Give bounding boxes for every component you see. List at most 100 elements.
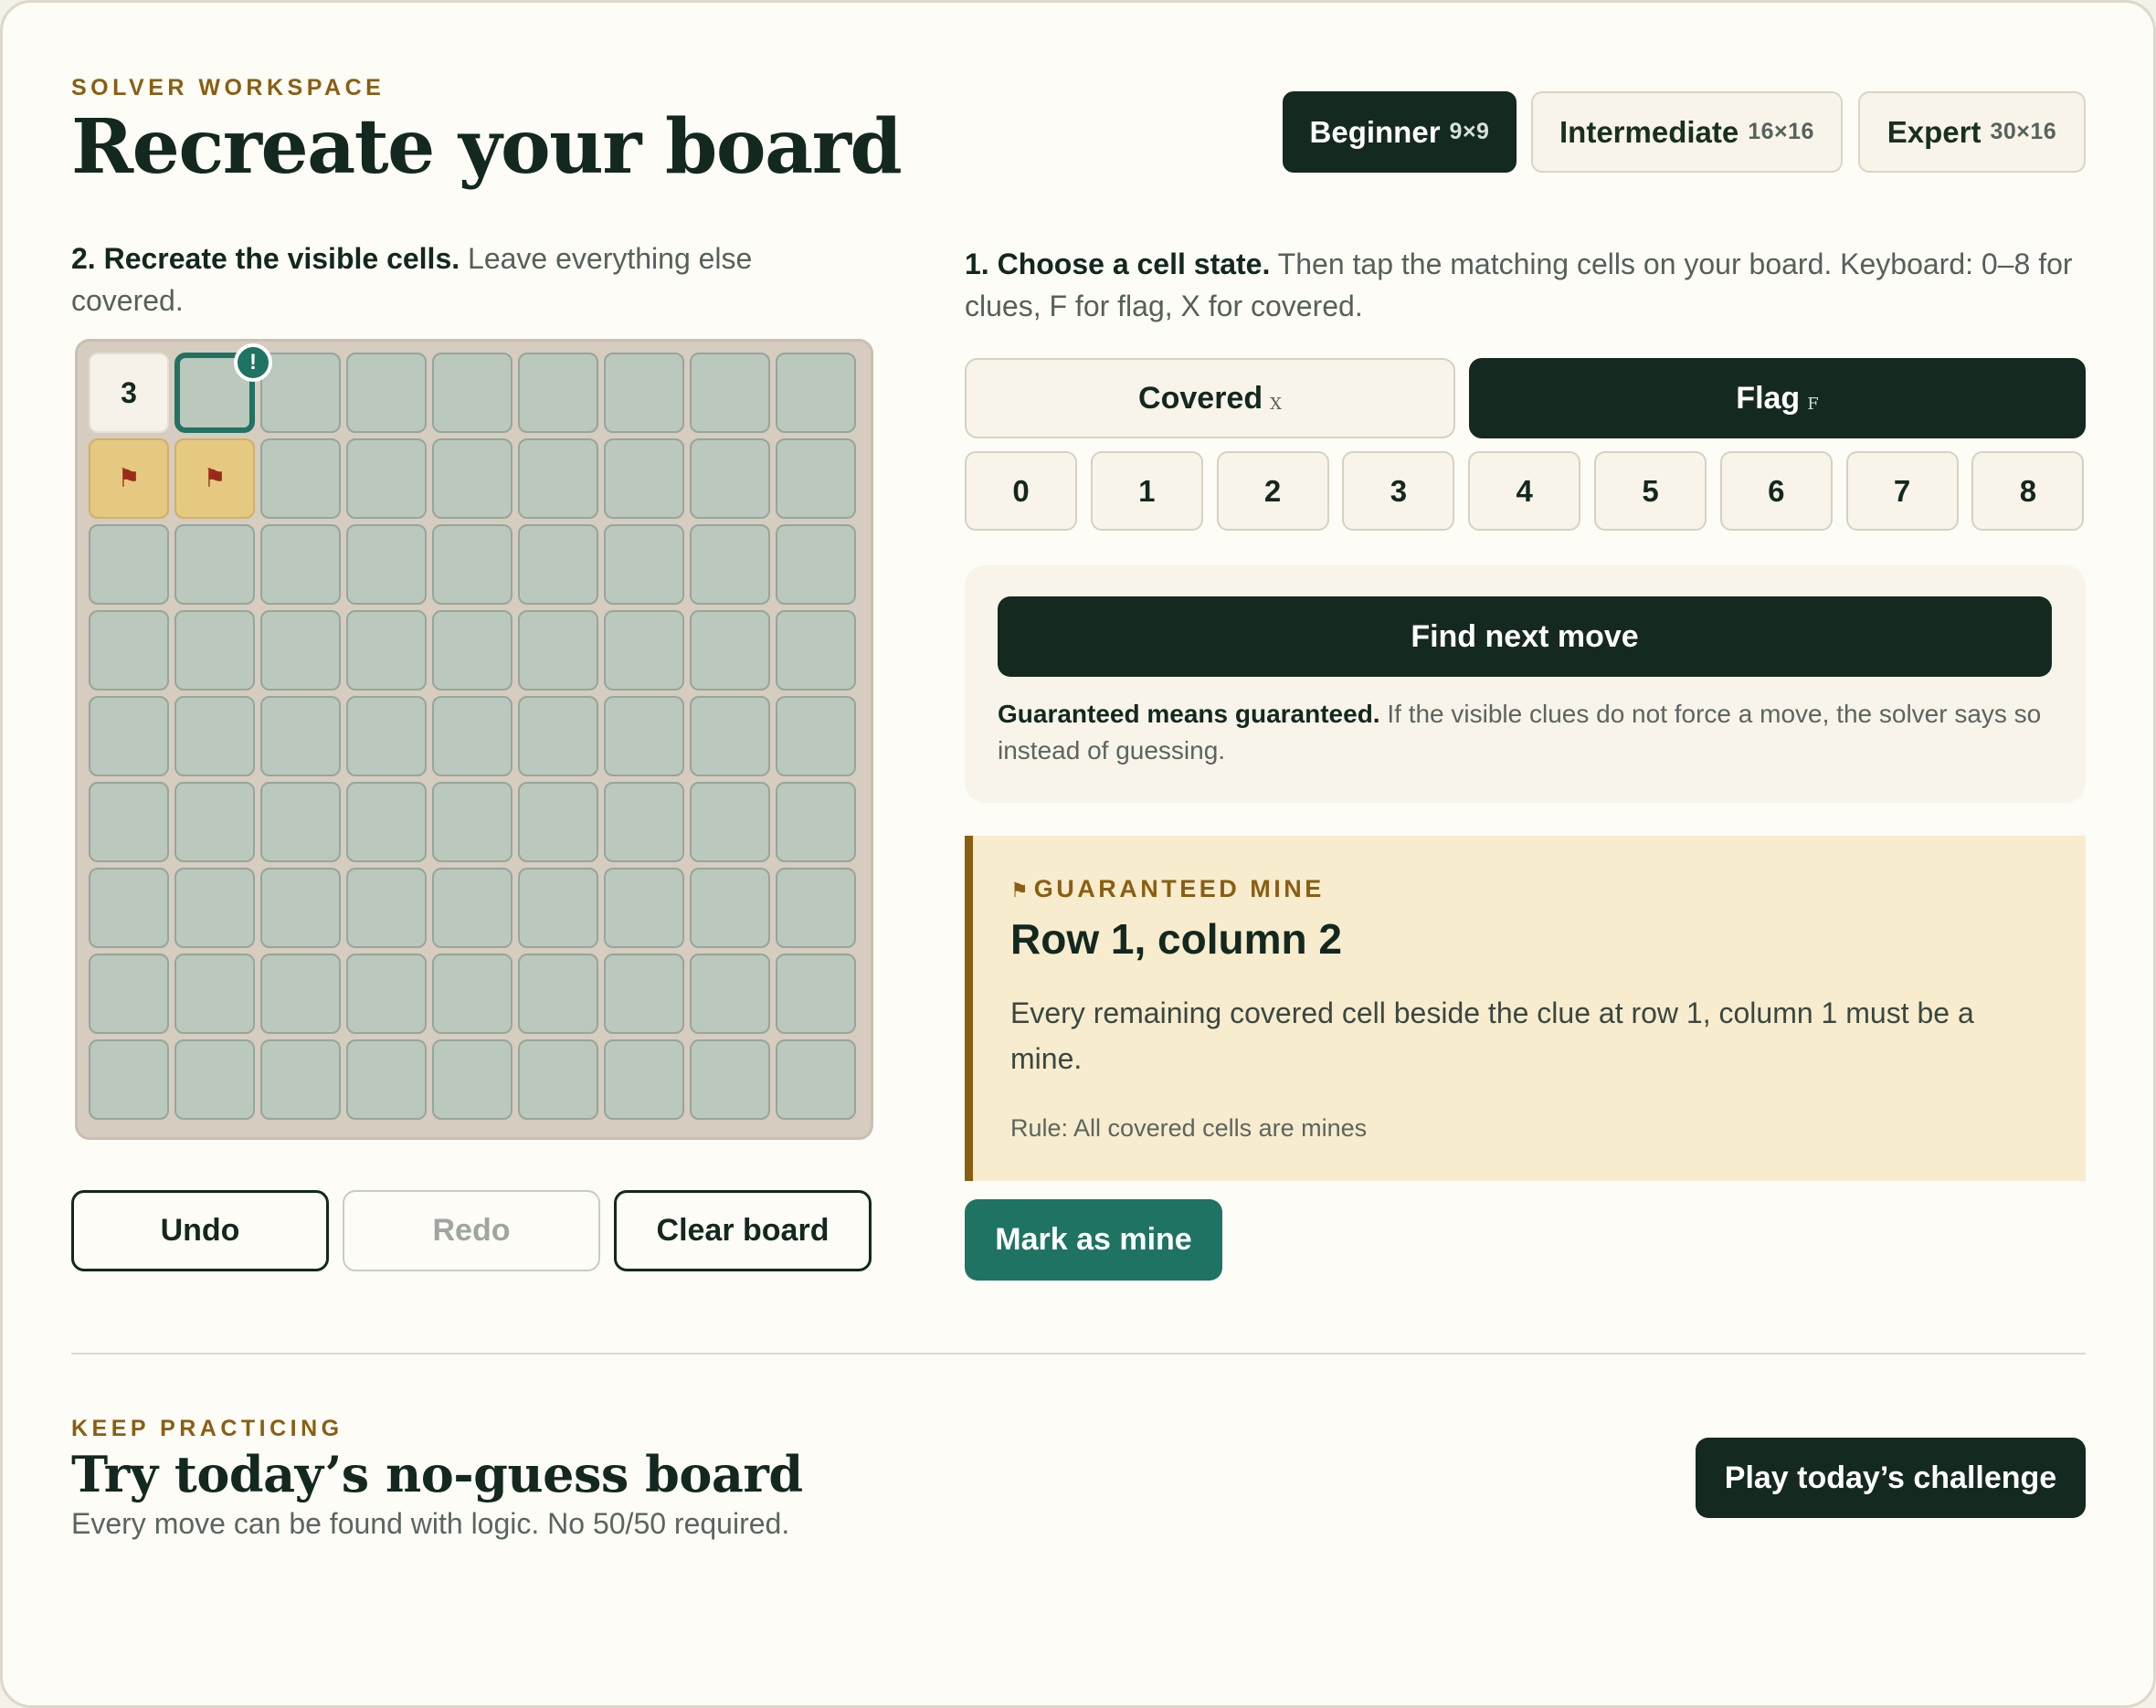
board-cell-covered[interactable] xyxy=(89,610,169,691)
board-cell-covered[interactable] xyxy=(260,1039,341,1120)
covered-state-button[interactable]: Covered X xyxy=(965,358,1455,438)
board-cell-covered[interactable] xyxy=(432,696,513,776)
board-cell-covered[interactable] xyxy=(174,524,255,605)
board-cell-covered[interactable] xyxy=(89,1039,169,1120)
board-cell-covered[interactable] xyxy=(604,1039,684,1120)
board-cell-covered[interactable] xyxy=(260,954,341,1034)
flag-state-button[interactable]: Flag F xyxy=(1469,358,2086,438)
board-cell-covered[interactable] xyxy=(518,610,598,691)
number-state-0[interactable]: 0 xyxy=(965,451,1077,531)
board-cell-covered[interactable] xyxy=(776,353,856,433)
board-cell-covered[interactable] xyxy=(89,524,169,605)
board-cell-covered[interactable] xyxy=(260,610,341,691)
board-cell-covered[interactable] xyxy=(346,782,427,862)
board-cell-covered[interactable] xyxy=(518,353,598,433)
board-cell-covered[interactable] xyxy=(260,782,341,862)
board-cell-covered[interactable] xyxy=(690,1039,770,1120)
board-cell-covered[interactable] xyxy=(518,696,598,776)
board-cell-covered[interactable] xyxy=(260,353,341,433)
board-cell-covered[interactable] xyxy=(89,954,169,1034)
board-cell-covered[interactable] xyxy=(690,438,770,519)
board-cell-covered[interactable] xyxy=(346,868,427,948)
find-next-move-button[interactable]: Find next move xyxy=(998,596,2052,677)
board-cell-covered[interactable] xyxy=(604,782,684,862)
board-cell-covered[interactable] xyxy=(604,868,684,948)
board-cell-covered[interactable] xyxy=(346,610,427,691)
tab-intermediate[interactable]: Intermediate 16×16 xyxy=(1531,91,1843,173)
board-cell-covered[interactable] xyxy=(604,610,684,691)
board-cell-covered[interactable] xyxy=(89,868,169,948)
board-cell-covered[interactable] xyxy=(174,782,255,862)
board-cell-covered[interactable] xyxy=(89,782,169,862)
board-cell-covered[interactable] xyxy=(174,954,255,1034)
board-cell-covered[interactable] xyxy=(690,353,770,433)
board-cell-covered[interactable] xyxy=(432,524,513,605)
board-cell-covered[interactable] xyxy=(346,1039,427,1120)
number-state-4[interactable]: 4 xyxy=(1468,451,1581,531)
board-cell-covered[interactable] xyxy=(432,438,513,519)
board-cell-covered[interactable] xyxy=(260,696,341,776)
board-cell-covered[interactable] xyxy=(174,696,255,776)
board-cell-covered[interactable] xyxy=(346,696,427,776)
board-cell-covered[interactable] xyxy=(260,868,341,948)
number-state-7[interactable]: 7 xyxy=(1845,451,1959,531)
board-cell-covered[interactable] xyxy=(776,610,856,691)
board-cell-covered[interactable] xyxy=(776,524,856,605)
board-cell-flagged[interactable]: ⚑ xyxy=(89,438,169,519)
board-cell-covered[interactable] xyxy=(604,438,684,519)
board-cell-covered[interactable] xyxy=(776,438,856,519)
board-cell-covered[interactable] xyxy=(174,1039,255,1120)
board-cell-covered[interactable] xyxy=(432,954,513,1034)
board-cell-covered[interactable] xyxy=(518,524,598,605)
board-cell-covered[interactable] xyxy=(690,954,770,1034)
board-cell-covered[interactable] xyxy=(776,868,856,948)
board-cell-covered[interactable] xyxy=(432,610,513,691)
number-state-5[interactable]: 5 xyxy=(1594,451,1707,531)
board-cell-covered[interactable] xyxy=(432,868,513,948)
board-cell-covered[interactable] xyxy=(346,353,427,433)
board-cell-covered[interactable] xyxy=(518,954,598,1034)
board-cell-covered[interactable] xyxy=(432,1039,513,1120)
board-cell-covered[interactable] xyxy=(174,610,255,691)
board-cell-covered[interactable] xyxy=(89,696,169,776)
number-state-2[interactable]: 2 xyxy=(1216,451,1329,531)
number-state-6[interactable]: 6 xyxy=(1719,451,1833,531)
board-cell-covered[interactable] xyxy=(604,524,684,605)
number-state-8[interactable]: 8 xyxy=(1971,451,2085,531)
board-cell-covered[interactable] xyxy=(776,782,856,862)
board-cell-covered[interactable] xyxy=(690,868,770,948)
board-cell-covered[interactable] xyxy=(260,438,341,519)
board-cell-covered[interactable] xyxy=(776,1039,856,1120)
board-cell-covered[interactable] xyxy=(260,524,341,605)
play-challenge-button[interactable]: Play today’s challenge xyxy=(1696,1438,2086,1518)
mark-as-mine-button[interactable]: Mark as mine xyxy=(965,1199,1222,1281)
board-cell-covered[interactable] xyxy=(346,524,427,605)
board-cell-covered[interactable] xyxy=(518,868,598,948)
undo-button[interactable]: Undo xyxy=(71,1190,329,1271)
clear-board-button[interactable]: Clear board xyxy=(614,1190,872,1271)
board-cell-covered[interactable] xyxy=(518,1039,598,1120)
board-cell-covered[interactable] xyxy=(776,696,856,776)
board-cell-covered[interactable] xyxy=(346,438,427,519)
board-cell-covered[interactable] xyxy=(432,782,513,862)
board-cell-covered[interactable] xyxy=(690,524,770,605)
tab-beginner[interactable]: Beginner 9×9 xyxy=(1283,91,1517,173)
number-state-1[interactable]: 1 xyxy=(1090,451,1203,531)
board-cell-covered[interactable] xyxy=(604,353,684,433)
board-cell-covered[interactable] xyxy=(518,782,598,862)
board-cell-covered[interactable] xyxy=(690,696,770,776)
board-cell-covered[interactable] xyxy=(690,610,770,691)
redo-button[interactable]: Redo xyxy=(343,1190,600,1271)
board-cell-covered[interactable] xyxy=(432,353,513,433)
board-cell-covered[interactable] xyxy=(690,782,770,862)
number-state-3[interactable]: 3 xyxy=(1342,451,1455,531)
board-cell-covered[interactable] xyxy=(604,954,684,1034)
board-cell-covered[interactable] xyxy=(776,954,856,1034)
board-cell-covered[interactable] xyxy=(604,696,684,776)
board-cell-covered[interactable] xyxy=(346,954,427,1034)
board-cell-flagged[interactable]: ⚑ xyxy=(174,438,255,519)
board-cell-covered[interactable] xyxy=(518,438,598,519)
board-cell-clue[interactable]: 3 xyxy=(89,353,169,433)
board-cell-covered[interactable] xyxy=(174,868,255,948)
tab-expert[interactable]: Expert 30×16 xyxy=(1858,91,2086,173)
